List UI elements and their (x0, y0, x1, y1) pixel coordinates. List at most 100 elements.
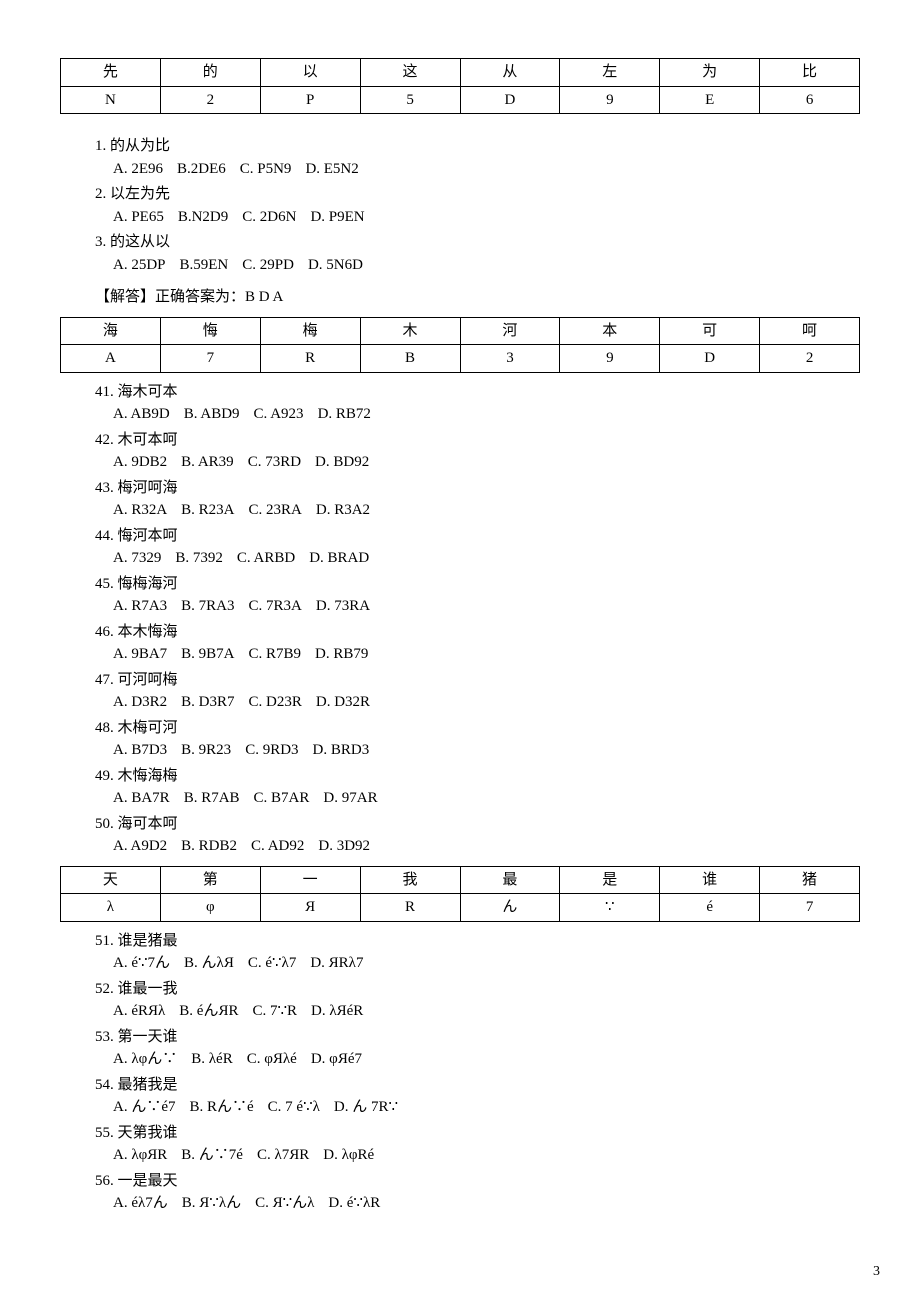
option: C. ARBD (237, 550, 295, 566)
options: A. R7A3B. 7RA3C. 7R3AD. 73RA (113, 595, 860, 618)
cell: 梅 (260, 317, 360, 345)
option: D. E5N2 (305, 161, 358, 177)
option: C. 23RA (249, 502, 302, 518)
table-row: 海 悔 梅 木 河 本 可 呵 (61, 317, 860, 345)
option: A. AB9D (113, 406, 170, 422)
question-number: 43. (95, 480, 114, 496)
cell: λ (61, 894, 161, 922)
cell: 7 (760, 894, 860, 922)
option: B. 7392 (175, 550, 223, 566)
cell: 为 (660, 59, 760, 87)
question-number: 42. (95, 432, 114, 448)
options: A. é∵7んB. んλЯC. é∵λ7D. ЯRλ7 (113, 952, 860, 975)
question-text: 木可本呵 (118, 432, 178, 448)
option: B. R23A (181, 502, 234, 518)
question-text: 悔梅海河 (118, 576, 178, 592)
question-text: 本木悔海 (118, 624, 178, 640)
question-text: 第一天谁 (118, 1029, 178, 1045)
option: D. φЯé7 (311, 1051, 362, 1067)
option: D. λφRé (323, 1147, 374, 1163)
question-number: 47. (95, 672, 114, 688)
cell: 一 (260, 866, 360, 894)
options: A. A9D2B. RDB2C. AD92D. 3D92 (113, 835, 860, 858)
option: B.59EN (180, 257, 229, 273)
option: C. é∵λ7 (248, 955, 296, 971)
cell: 6 (760, 86, 860, 114)
cell: A (61, 345, 161, 373)
question-number: 44. (95, 528, 114, 544)
question: 54. 最猪我是 (95, 1074, 860, 1097)
question-number: 48. (95, 720, 114, 736)
question: 53. 第一天谁 (95, 1026, 860, 1049)
answer-line: 【解答】正确答案为：B D A (95, 286, 860, 309)
option: D. R3A2 (316, 502, 370, 518)
option: A. B7D3 (113, 742, 167, 758)
question: 51. 谁是猪最 (95, 930, 860, 953)
question-block-2: 41. 海木可本 A. AB9DB. ABD9C. A923D. RB72 42… (95, 381, 860, 858)
question: 55. 天第我谁 (95, 1122, 860, 1145)
cipher-table-2: 海 悔 梅 木 河 本 可 呵 A 7 R B 3 9 D 2 (60, 317, 860, 373)
option: A. 7329 (113, 550, 161, 566)
option: B. 7RA3 (181, 598, 234, 614)
question: 50. 海可本呵 (95, 813, 860, 836)
option: C. R7B9 (249, 646, 302, 662)
cell: 比 (760, 59, 860, 87)
cell: R (260, 345, 360, 373)
cell: 最 (460, 866, 560, 894)
options: A. R32A B. R23A C. 23RA D. R3A2 (113, 499, 860, 522)
cell: R (360, 894, 460, 922)
question-number: 41. (95, 384, 114, 400)
question: 49. 木悔海梅 (95, 765, 860, 788)
option: A. é∵7ん (113, 955, 170, 971)
cipher-table-3: 天 第 一 我 最 是 谁 猪 λ φ Я R ん ∵ é 7 (60, 866, 860, 922)
question-text: 海可本呵 (118, 816, 178, 832)
option: B. ん∵7é (181, 1147, 243, 1163)
cell: 9 (560, 86, 660, 114)
question-number: 46. (95, 624, 114, 640)
question-text: 的从为比 (110, 138, 170, 154)
question-number: 54. (95, 1077, 114, 1093)
question: 41. 海木可本 (95, 381, 860, 404)
question: 46. 本木悔海 (95, 621, 860, 644)
question-number: 53. (95, 1029, 114, 1045)
cell: 左 (560, 59, 660, 87)
question-block-3: 51. 谁是猪最 A. é∵7んB. んλЯC. é∵λ7D. ЯRλ7 52.… (95, 930, 860, 1215)
cell: 是 (560, 866, 660, 894)
question-text: 谁是猪最 (118, 933, 178, 949)
options: A. 2E96B.2DE6C. P5N9D. E5N2 (113, 158, 860, 181)
option: D. BRD3 (313, 742, 370, 758)
cell: 2 (760, 345, 860, 373)
cell: N (61, 86, 161, 114)
option: B.N2D9 (178, 209, 228, 225)
option: C. Я∵んλ (255, 1195, 314, 1211)
option: A. 25DP (113, 257, 166, 273)
table-row: λ φ Я R ん ∵ é 7 (61, 894, 860, 922)
option: D. é∵λR (328, 1195, 380, 1211)
question: 3. 的这从以 (95, 231, 860, 254)
question: 52. 谁最一我 (95, 978, 860, 1001)
cell: 3 (460, 345, 560, 373)
options: A. λφん∵B. λéRC. φЯλéD. φЯé7 (113, 1048, 860, 1071)
option: C. P5N9 (240, 161, 292, 177)
question-text: 木悔海梅 (118, 768, 178, 784)
option: C. D23R (249, 694, 302, 710)
question: 2. 以左为先 (95, 183, 860, 206)
cell: 海 (61, 317, 161, 345)
cell: 本 (560, 317, 660, 345)
question-text: 天第我谁 (118, 1125, 178, 1141)
cell: E (660, 86, 760, 114)
cell: 7 (160, 345, 260, 373)
option: A. R32A (113, 502, 167, 518)
options: A. 9BA7B. 9B7AC. R7B9D. RB79 (113, 643, 860, 666)
option: B. 9R23 (181, 742, 231, 758)
option: A. BA7R (113, 790, 170, 806)
option: D. 5N6D (308, 257, 363, 273)
question: 47. 可河呵梅 (95, 669, 860, 692)
option: C. 7∵R (252, 1003, 297, 1019)
cell: P (260, 86, 360, 114)
question-number: 51. (95, 933, 114, 949)
question: 43. 梅河呵海 (95, 477, 860, 500)
question: 42. 木可本呵 (95, 429, 860, 452)
option: B. んλЯ (184, 955, 234, 971)
question-number: 45. (95, 576, 114, 592)
